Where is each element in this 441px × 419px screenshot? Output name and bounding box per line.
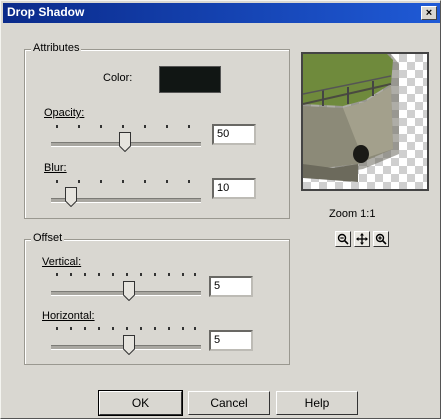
tick — [188, 125, 190, 128]
tick — [126, 273, 128, 276]
vertical-ticks — [56, 273, 196, 276]
close-button[interactable]: × — [421, 6, 437, 20]
tick — [144, 180, 146, 183]
cancel-button[interactable]: Cancel — [188, 391, 270, 415]
tick — [166, 125, 168, 128]
tick — [78, 125, 80, 128]
title-bar[interactable]: Drop Shadow × — [3, 3, 440, 23]
opacity-input[interactable]: 50 — [212, 124, 256, 145]
blur-ticks — [56, 180, 196, 183]
tick — [144, 125, 146, 128]
pan-button[interactable] — [354, 231, 370, 247]
tick — [194, 273, 196, 276]
tick — [56, 125, 58, 128]
tick — [182, 273, 184, 276]
blur-input[interactable]: 10 — [212, 178, 256, 199]
horizontal-label: Horizontal: — [42, 310, 95, 322]
tick — [112, 327, 114, 330]
tick — [154, 273, 156, 276]
tick — [84, 327, 86, 330]
color-label: Color: — [103, 72, 133, 84]
tick — [188, 180, 190, 183]
tick — [84, 273, 86, 276]
tick — [168, 273, 170, 276]
tick — [154, 327, 156, 330]
offset-group-label: Offset — [31, 232, 65, 244]
attributes-group-label: Attributes — [31, 42, 82, 54]
vertical-input[interactable]: 5 — [209, 276, 253, 297]
tick — [70, 327, 72, 330]
window-title: Drop Shadow — [7, 5, 85, 19]
opacity-ticks — [56, 125, 196, 128]
tick — [70, 273, 72, 276]
horizontal-label-text: Horizontal: — [42, 310, 95, 322]
zoom-out-icon — [337, 233, 349, 245]
vertical-label-text: Vertical: — [42, 256, 82, 268]
tick — [112, 273, 114, 276]
vertical-label: Vertical: — [42, 256, 81, 268]
opacity-slider-thumb[interactable] — [119, 132, 131, 152]
preview-image — [303, 54, 427, 189]
blur-label-text: Blur: — [44, 162, 67, 174]
move-icon — [356, 233, 368, 245]
tick — [122, 180, 124, 183]
tick — [56, 180, 58, 183]
tick — [168, 327, 170, 330]
opacity-label: Opacity: — [44, 107, 84, 119]
tick — [56, 273, 58, 276]
zoom-out-button[interactable] — [335, 231, 351, 247]
blur-label: Blur: — [44, 162, 67, 174]
horizontal-ticks — [56, 327, 196, 330]
tick — [122, 125, 124, 128]
tick — [140, 273, 142, 276]
zoom-in-icon — [375, 233, 387, 245]
horizontal-slider-thumb[interactable] — [123, 335, 135, 355]
tick — [194, 327, 196, 330]
drop-shadow-dialog: Drop Shadow × Attributes Color: Opacity:… — [0, 0, 441, 419]
tick — [166, 180, 168, 183]
blur-slider-thumb[interactable] — [65, 187, 77, 207]
vertical-slider-thumb[interactable] — [123, 281, 135, 301]
tick — [100, 180, 102, 183]
horizontal-input[interactable]: 5 — [209, 330, 253, 351]
help-button[interactable]: Help — [276, 391, 358, 415]
close-icon: × — [425, 7, 433, 19]
ok-button[interactable]: OK — [98, 390, 183, 416]
tick — [100, 125, 102, 128]
tick — [98, 273, 100, 276]
tick — [140, 327, 142, 330]
tick — [98, 327, 100, 330]
opacity-label-text: Opacity: — [44, 107, 85, 119]
zoom-level-label: Zoom 1:1 — [329, 208, 376, 220]
tick — [78, 180, 80, 183]
tick — [56, 327, 58, 330]
zoom-in-button[interactable] — [373, 231, 389, 247]
tick — [126, 327, 128, 330]
tick — [182, 327, 184, 330]
color-swatch[interactable] — [159, 66, 221, 93]
preview-pane[interactable] — [301, 52, 429, 191]
